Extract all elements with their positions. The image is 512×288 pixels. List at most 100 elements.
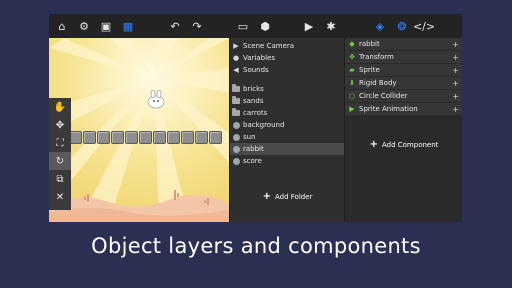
expand-icon[interactable]: + (452, 40, 459, 49)
play-icon: ▶ (304, 19, 314, 33)
folder-icon (232, 108, 240, 117)
toolbar: ⌂ ⚙ ▣ ▦ ↶ ↷ ▭ ⬢ ▶ ✱ ◈ ❂ </> (49, 14, 462, 38)
hierarchy-item[interactable]: background (230, 119, 344, 131)
rotate-tool-button[interactable]: ↻ (49, 152, 71, 170)
hierarchy-item-label: Variables (243, 54, 275, 62)
component-row[interactable]: ○ Circle Collider + (345, 90, 462, 103)
object-icon (232, 157, 240, 165)
collider-icon: ○ (348, 92, 356, 100)
code-button[interactable]: </> (413, 15, 435, 37)
hierarchy-item-label: Sounds (243, 66, 269, 74)
hierarchy-item[interactable]: ▶ Scene Camera (230, 40, 344, 52)
expand-icon[interactable]: + (452, 92, 459, 101)
component-label: Transform (359, 53, 394, 61)
undo-icon: ↶ (170, 19, 180, 33)
component-row[interactable]: ✥ Transform + (345, 51, 462, 64)
brick-row (69, 131, 222, 144)
viewport-tools: ✋ ✥ ⛶ ↻ ⧉ ✕ (49, 98, 71, 210)
hierarchy-panel: ▶ Scene Camera ● Variables ◀ Sounds bricks san… (229, 38, 344, 222)
rabbit-sprite[interactable] (145, 90, 167, 110)
undo-button[interactable]: ↶ (164, 15, 186, 37)
brick (195, 131, 208, 144)
expand-icon[interactable]: + (452, 66, 459, 75)
editor-screen: ⌂ ⚙ ▣ ▦ ↶ ↷ ▭ ⬢ ▶ ✱ ◈ ❂ </> ✋ ✥ ⛶ ↻ ⧉ ✕ … (49, 14, 462, 222)
hierarchy-item-label: background (243, 121, 285, 129)
grid-icon: ▦ (122, 19, 134, 33)
monitor-button[interactable]: ▭ (232, 15, 254, 37)
hierarchy-item-label: Scene Camera (243, 42, 295, 50)
hierarchy-item[interactable]: sun (230, 131, 344, 143)
brick (181, 131, 194, 144)
brick (153, 131, 166, 144)
scale-tool-button[interactable]: ⛶ (49, 134, 71, 152)
layers-icon: ◈ (375, 19, 385, 33)
brick (209, 131, 222, 144)
home-button[interactable]: ⌂ (51, 15, 73, 37)
brick (83, 131, 96, 144)
hierarchy-item[interactable]: carrots (230, 107, 344, 119)
delete-tool-button[interactable]: ✕ (49, 188, 71, 206)
component-label: rabbit (359, 40, 380, 48)
move-tool-button[interactable]: ✥ (49, 116, 71, 134)
component-row[interactable]: ▰ Sprite + (345, 64, 462, 77)
play-button[interactable]: ▶ (298, 15, 320, 37)
component-row[interactable]: ◆ rabbit + (345, 38, 462, 51)
bug-button[interactable]: ✱ (320, 15, 342, 37)
gear-button[interactable]: ⚙ (73, 15, 95, 37)
expand-icon[interactable]: + (452, 79, 459, 88)
components-icon: ❂ (397, 19, 407, 33)
hierarchy-item[interactable]: bricks (230, 83, 344, 95)
scale-icon: ⛶ (56, 137, 64, 149)
rigidbody-icon: ⬇ (349, 79, 355, 87)
add-folder-button[interactable]: + Add Folder (230, 191, 345, 202)
component-row[interactable]: ▶ Sprite Animation + (345, 103, 462, 116)
hierarchy-item-label: sun (243, 133, 256, 141)
object-icon: ◆ (349, 40, 355, 48)
add-folder-label: Add Folder (274, 193, 313, 201)
hierarchy-item-label: score (243, 157, 262, 165)
save-button[interactable]: ▣ (95, 15, 117, 37)
brick (111, 131, 124, 144)
cube-icon: ⬢ (260, 19, 270, 33)
sound-icon: ◀ (233, 66, 239, 74)
home-icon: ⌂ (58, 19, 66, 33)
toolbar-history-group: ↶ ↷ (164, 14, 208, 38)
hierarchy-item-label: bricks (243, 85, 264, 93)
add-component-label: Add Component (381, 141, 439, 149)
brick (125, 131, 138, 144)
hand-icon: ✋ (53, 101, 67, 113)
hierarchy-item[interactable]: rabbit (230, 143, 344, 155)
folder-icon (232, 96, 240, 105)
folder-icon (232, 84, 240, 93)
hierarchy-item[interactable]: ◀ Sounds (230, 64, 344, 76)
component-label: Rigid Body (359, 79, 397, 87)
hierarchy-item[interactable]: sands (230, 95, 344, 107)
component-label: Circle Collider (359, 92, 408, 100)
grid-button[interactable]: ▦ (117, 15, 139, 37)
hierarchy-item[interactable]: ● Variables (230, 52, 344, 64)
brick (167, 131, 180, 144)
hand-tool-button[interactable]: ✋ (49, 98, 71, 116)
toolbar-left-group: ⌂ ⚙ ▣ ▦ (51, 14, 139, 38)
component-label: Sprite (359, 66, 380, 74)
component-label: Sprite Animation (359, 105, 418, 113)
toolbar-view-group: ▭ ⬢ (232, 14, 276, 38)
cube-button[interactable]: ⬢ (254, 15, 276, 37)
plus-icon: + (262, 191, 271, 202)
rotate-icon: ↻ (55, 155, 65, 167)
delete-icon: ✕ (55, 191, 65, 203)
copy-tool-button[interactable]: ⧉ (49, 170, 71, 188)
object-icon (232, 133, 240, 141)
add-component-button[interactable]: + Add Component (345, 139, 463, 150)
camera-icon: ▶ (233, 42, 239, 50)
object-icon (232, 121, 240, 129)
expand-icon[interactable]: + (452, 53, 459, 62)
layers-button[interactable]: ◈ (369, 15, 391, 37)
redo-button[interactable]: ↷ (186, 15, 208, 37)
components-button[interactable]: ❂ (391, 15, 413, 37)
component-row[interactable]: ⬇ Rigid Body + (345, 77, 462, 90)
expand-icon[interactable]: + (452, 105, 459, 114)
hierarchy-item-label: carrots (243, 109, 268, 117)
scene-viewport[interactable]: ✋ ✥ ⛶ ↻ ⧉ ✕ (49, 38, 229, 222)
hierarchy-item[interactable]: score (230, 155, 344, 167)
